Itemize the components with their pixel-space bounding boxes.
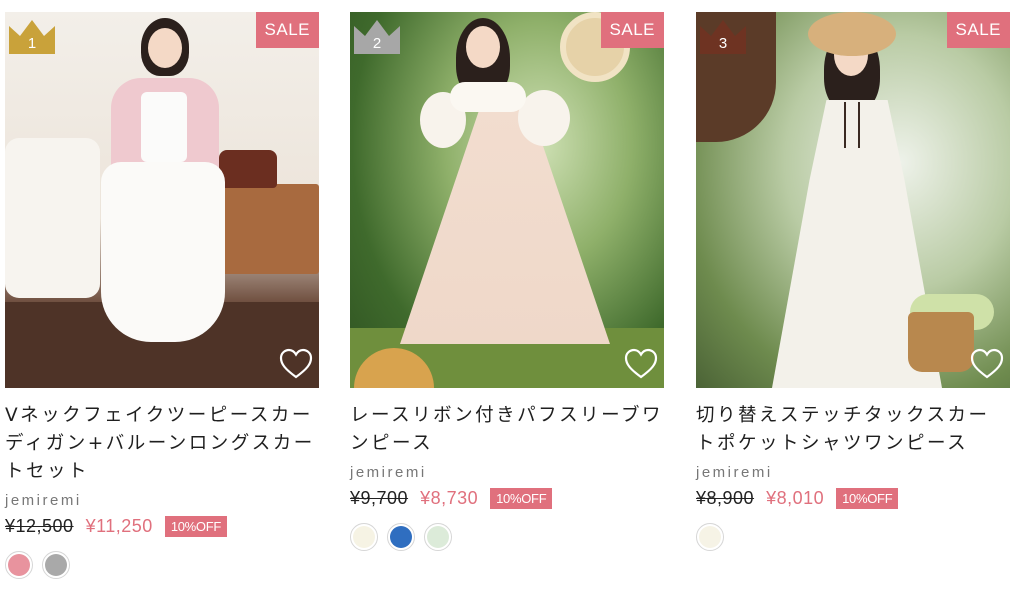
photo-model-face <box>466 26 500 68</box>
discount-badge: 10%OFF <box>164 516 228 537</box>
original-price: ¥12,500 <box>5 516 74 536</box>
discount-badge: 10%OFF <box>490 488 553 509</box>
product-name[interactable]: Vネックフェイクツーピースカーディガン+バルーンロングスカートセット <box>5 402 319 486</box>
sale-badge: SALE <box>255 12 319 48</box>
product-name[interactable]: レースリボン付きパフスリーブワンピース <box>350 402 664 458</box>
product-image[interactable]: 3 SALE <box>696 12 1010 388</box>
original-price: ¥9,700 <box>350 488 409 508</box>
price-row: ¥8,900 ¥8,010 10%OFF <box>696 488 1010 509</box>
price-row: ¥12,500 ¥11,250 10%OFF <box>5 516 319 537</box>
photo-basket <box>908 312 974 372</box>
rank-badge: 1 <box>9 18 55 54</box>
product-card[interactable]: 2 SALE レースリボン付きパフスリーブワンピース jemiremi ¥9,7… <box>350 12 664 551</box>
sale-price: ¥8,010 <box>766 488 825 508</box>
color-swatches <box>696 523 1010 551</box>
color-swatch-gray[interactable] <box>42 551 70 579</box>
photo-collar <box>450 82 526 112</box>
original-price: ¥8,900 <box>696 488 755 508</box>
color-swatches <box>5 551 319 579</box>
product-card[interactable]: 1 SALE Vネックフェイクツーピースカーディガン+バルーンロングスカートセッ… <box>5 12 319 579</box>
brand-name: jemiremi <box>696 464 773 481</box>
heart-icon[interactable] <box>624 348 658 380</box>
rank-number: 2 <box>372 35 382 52</box>
photo-hat <box>808 12 896 56</box>
color-swatch-ivory[interactable] <box>350 523 378 551</box>
rank-badge: 2 <box>354 18 400 54</box>
rank-number: 1 <box>27 35 37 52</box>
photo-top <box>141 92 187 162</box>
color-swatch-blue[interactable] <box>387 523 415 551</box>
product-image[interactable]: 2 SALE <box>350 12 664 388</box>
sale-price: ¥11,250 <box>85 516 153 536</box>
product-name[interactable]: 切り替えステッチタックスカートポケットシャツワンピース <box>696 402 1010 458</box>
rank-number: 3 <box>718 35 728 52</box>
heart-icon[interactable] <box>970 348 1004 380</box>
photo-ribbon <box>844 102 860 148</box>
sale-price: ¥8,730 <box>420 488 479 508</box>
color-swatch-ivory[interactable] <box>696 523 724 551</box>
photo-bag <box>219 150 277 188</box>
price-row: ¥9,700 ¥8,730 10%OFF <box>350 488 664 509</box>
sale-badge: SALE <box>600 12 664 48</box>
color-swatch-mint[interactable] <box>424 523 452 551</box>
product-card[interactable]: 3 SALE 切り替えステッチタックスカートポケットシャツワンピース jemir… <box>696 12 1010 551</box>
rank-badge: 3 <box>700 18 746 54</box>
photo-model-face <box>148 28 182 68</box>
brand-name: jemiremi <box>5 492 82 509</box>
photo-sofa <box>5 138 100 298</box>
sale-badge: SALE <box>946 12 1010 48</box>
heart-icon[interactable] <box>279 348 313 380</box>
color-swatch-pink[interactable] <box>5 551 33 579</box>
color-swatches <box>350 523 664 551</box>
product-image[interactable]: 1 SALE <box>5 12 319 388</box>
brand-name: jemiremi <box>350 464 427 481</box>
discount-badge: 10%OFF <box>836 488 899 509</box>
photo-skirt <box>101 162 225 342</box>
